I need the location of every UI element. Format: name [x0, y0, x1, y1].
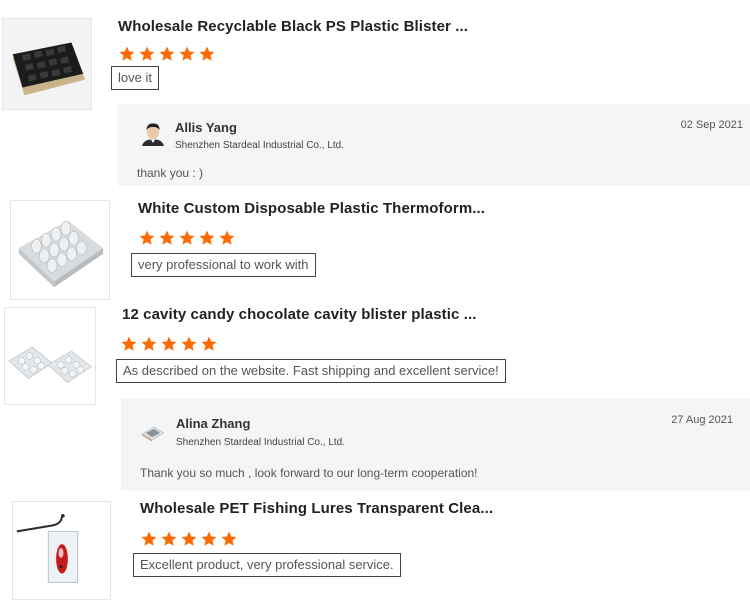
- star-rating: [140, 530, 238, 548]
- star-icon: [179, 230, 195, 245]
- star-icon: [201, 336, 217, 351]
- product-thumbnail-white-thermoform-tray[interactable]: [10, 200, 110, 300]
- reply-text: thank you : ): [137, 166, 204, 180]
- star-icon: [119, 46, 135, 61]
- seller-avatar: [140, 418, 166, 444]
- star-icon: [159, 230, 175, 245]
- star-icon: [139, 46, 155, 61]
- star-icon: [199, 46, 215, 61]
- star-icon: [161, 531, 177, 546]
- reply-text: Thank you so much , look forward to our …: [140, 466, 478, 480]
- fishing-lure-package-image: [13, 502, 110, 599]
- black-blister-tray-image: [3, 19, 91, 109]
- star-rating: [138, 229, 236, 247]
- seller-company: Shenzhen Stardeal Industrial Co., Ltd.: [176, 437, 345, 448]
- seller-name: Allis Yang: [175, 120, 237, 135]
- star-icon: [141, 336, 157, 351]
- star-icon: [219, 230, 235, 245]
- seller-company: Shenzhen Stardeal Industrial Co., Ltd.: [175, 140, 344, 151]
- star-icon: [141, 531, 157, 546]
- star-rating: [120, 335, 218, 353]
- review-comment: love it: [111, 66, 159, 90]
- star-icon: [139, 230, 155, 245]
- clear-chocolate-blister-image: [5, 308, 95, 404]
- seller-avatar: [140, 120, 166, 146]
- seller-reply: Alina Zhang Shenzhen Stardeal Industrial…: [121, 399, 750, 491]
- review-comment: As described on the website. Fast shippi…: [116, 359, 506, 383]
- review-comment: Excellent product, very professional ser…: [133, 553, 401, 577]
- seller-reply: Allis Yang Shenzhen Stardeal Industrial …: [118, 104, 750, 186]
- product-title-link[interactable]: White Custom Disposable Plastic Thermofo…: [138, 200, 485, 217]
- product-title-link[interactable]: Wholesale Recyclable Black PS Plastic Bl…: [118, 18, 468, 35]
- product-thumbnail-clear-chocolate-blister[interactable]: [4, 307, 96, 405]
- star-icon: [181, 336, 197, 351]
- star-icon: [181, 531, 197, 546]
- star-icon: [159, 46, 175, 61]
- white-thermoform-tray-image: [11, 201, 109, 299]
- seller-name: Alina Zhang: [176, 416, 251, 431]
- reply-date: 27 Aug 2021: [671, 414, 733, 426]
- product-thumbnail-black-blister-tray[interactable]: [2, 18, 92, 110]
- star-icon: [161, 336, 177, 351]
- star-icon: [121, 336, 137, 351]
- star-icon: [199, 230, 215, 245]
- star-icon: [179, 46, 195, 61]
- person-avatar-icon: [140, 120, 166, 146]
- product-thumbnail-fishing-lure-package[interactable]: [12, 501, 111, 600]
- reply-date: 02 Sep 2021: [680, 119, 743, 131]
- product-avatar-icon: [140, 418, 166, 444]
- star-icon: [221, 531, 237, 546]
- product-title-link[interactable]: Wholesale PET Fishing Lures Transparent …: [140, 500, 493, 517]
- product-title-link[interactable]: 12 cavity candy chocolate cavity blister…: [122, 306, 477, 323]
- star-icon: [201, 531, 217, 546]
- star-rating: [118, 45, 216, 63]
- review-comment: very professional to work with: [131, 253, 316, 277]
